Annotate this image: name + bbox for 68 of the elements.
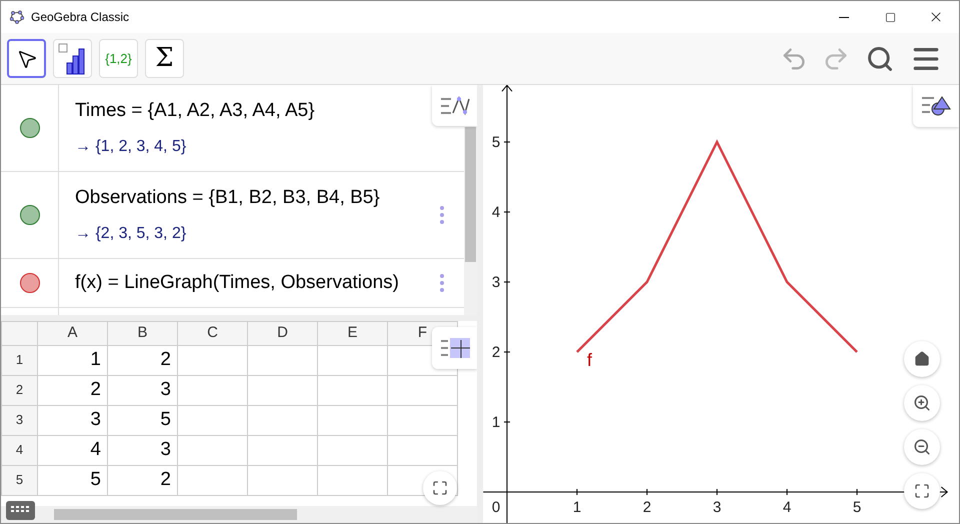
search-icon: [866, 44, 894, 72]
zoom-out-button[interactable]: [904, 429, 940, 465]
window-title: GeoGebra Classic: [31, 9, 130, 26]
column-header[interactable]: B: [108, 322, 178, 345]
bar-chart-icon: [58, 42, 88, 74]
keyboard-button[interactable]: [6, 501, 35, 520]
visibility-toggle[interactable]: [20, 273, 40, 293]
horizontal-scrollbar[interactable]: [1, 506, 477, 523]
table-cell[interactable]: 3: [38, 405, 108, 435]
table-cell[interactable]: 5: [108, 405, 178, 435]
maximize-icon: [884, 12, 896, 22]
column-header[interactable]: A: [38, 322, 108, 345]
scrollbar[interactable]: [464, 127, 477, 315]
table-cell[interactable]: 2: [108, 345, 178, 375]
table-cell[interactable]: 3: [108, 375, 178, 405]
algebra-definition[interactable]: f(x) = LineGraph(Times, Observations): [75, 268, 399, 298]
row-header[interactable]: 2: [2, 375, 38, 405]
spreadsheet-icon: [438, 338, 470, 358]
table-cell[interactable]: 1: [38, 345, 108, 375]
row-header[interactable]: 5: [2, 465, 38, 495]
style-bar-button[interactable]: [432, 85, 477, 126]
table-cell[interactable]: 2: [38, 375, 108, 405]
fullscreen-icon: [432, 480, 448, 496]
column-header[interactable]: C: [178, 322, 248, 345]
x-tick-label: 4: [782, 499, 792, 516]
visibility-toggle[interactable]: [20, 205, 40, 225]
minimize-icon: [839, 16, 849, 18]
graphics-style-button[interactable]: [913, 85, 959, 127]
column-header[interactable]: E: [318, 322, 388, 345]
column-header[interactable]: D: [248, 322, 318, 345]
y-tick-label: 3: [492, 274, 500, 291]
zoom-in-icon: [913, 394, 931, 412]
spreadsheet-style-button[interactable]: [432, 327, 477, 369]
fullscreen-icon: [914, 483, 930, 499]
table-cell[interactable]: 3: [108, 435, 178, 465]
algebra-definition[interactable]: Times = {A1, A2, A3, A4, A5}: [75, 96, 315, 126]
row-header[interactable]: 3: [2, 405, 38, 435]
algebra-definition[interactable]: Observations = {B1, B2, B3, B4, B5}: [75, 184, 380, 212]
x-tick-label: 1: [572, 499, 582, 516]
algebra-value: → {2, 3, 5, 3, 2}: [75, 224, 186, 244]
y-tick-label: 4: [492, 204, 500, 221]
y-tick-label: 2: [492, 344, 500, 361]
y-tick-label: 1: [492, 414, 500, 431]
table-cell[interactable]: 2: [108, 465, 178, 495]
visibility-toggle[interactable]: [20, 118, 40, 138]
table-cell[interactable]: 5: [38, 465, 108, 495]
tool-button[interactable]: {1,2}: [99, 39, 138, 78]
shapes-icon: [920, 95, 952, 117]
row-header[interactable]: 4: [2, 435, 38, 465]
home-button[interactable]: [904, 341, 940, 377]
x-tick-label: 2: [642, 499, 652, 516]
x-tick-label: 5: [852, 499, 862, 516]
tool-button[interactable]: [7, 39, 46, 78]
origin-label: 0: [492, 499, 500, 516]
x-tick-label: 3: [712, 499, 722, 516]
y-tick-label: 5: [492, 134, 500, 151]
fullscreen-button[interactable]: [423, 471, 457, 505]
zoom-in-button[interactable]: [904, 385, 940, 421]
home-icon: [914, 351, 930, 367]
curve-label: f: [587, 350, 592, 370]
app-logo-icon: [10, 10, 24, 24]
fullscreen-button[interactable]: [904, 473, 940, 509]
graph-list-icon: [438, 94, 470, 116]
row-header[interactable]: 1: [2, 345, 38, 375]
zoom-out-icon: [913, 438, 931, 456]
tool-button[interactable]: Σ: [145, 39, 184, 78]
table-cell[interactable]: 4: [38, 435, 108, 465]
algebra-value: → {1, 2, 3, 4, 5}: [75, 137, 186, 158]
